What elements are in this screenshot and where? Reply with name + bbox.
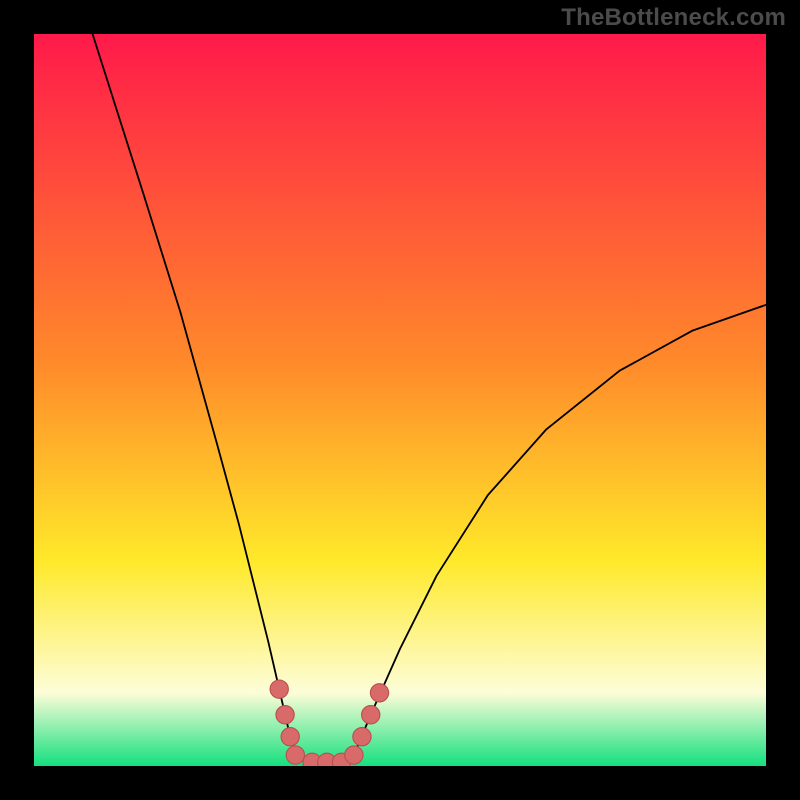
valley-marker: [270, 680, 288, 698]
chart-frame: TheBottleneck.com: [0, 0, 800, 800]
bottleneck-plot: [34, 34, 766, 766]
valley-marker: [276, 706, 294, 724]
valley-marker: [370, 684, 388, 702]
watermark-label: TheBottleneck.com: [561, 4, 786, 32]
valley-marker: [281, 728, 299, 746]
plot-background: [34, 34, 766, 766]
valley-marker: [362, 706, 380, 724]
valley-marker: [353, 728, 371, 746]
valley-marker: [345, 746, 363, 764]
valley-marker: [286, 746, 304, 764]
